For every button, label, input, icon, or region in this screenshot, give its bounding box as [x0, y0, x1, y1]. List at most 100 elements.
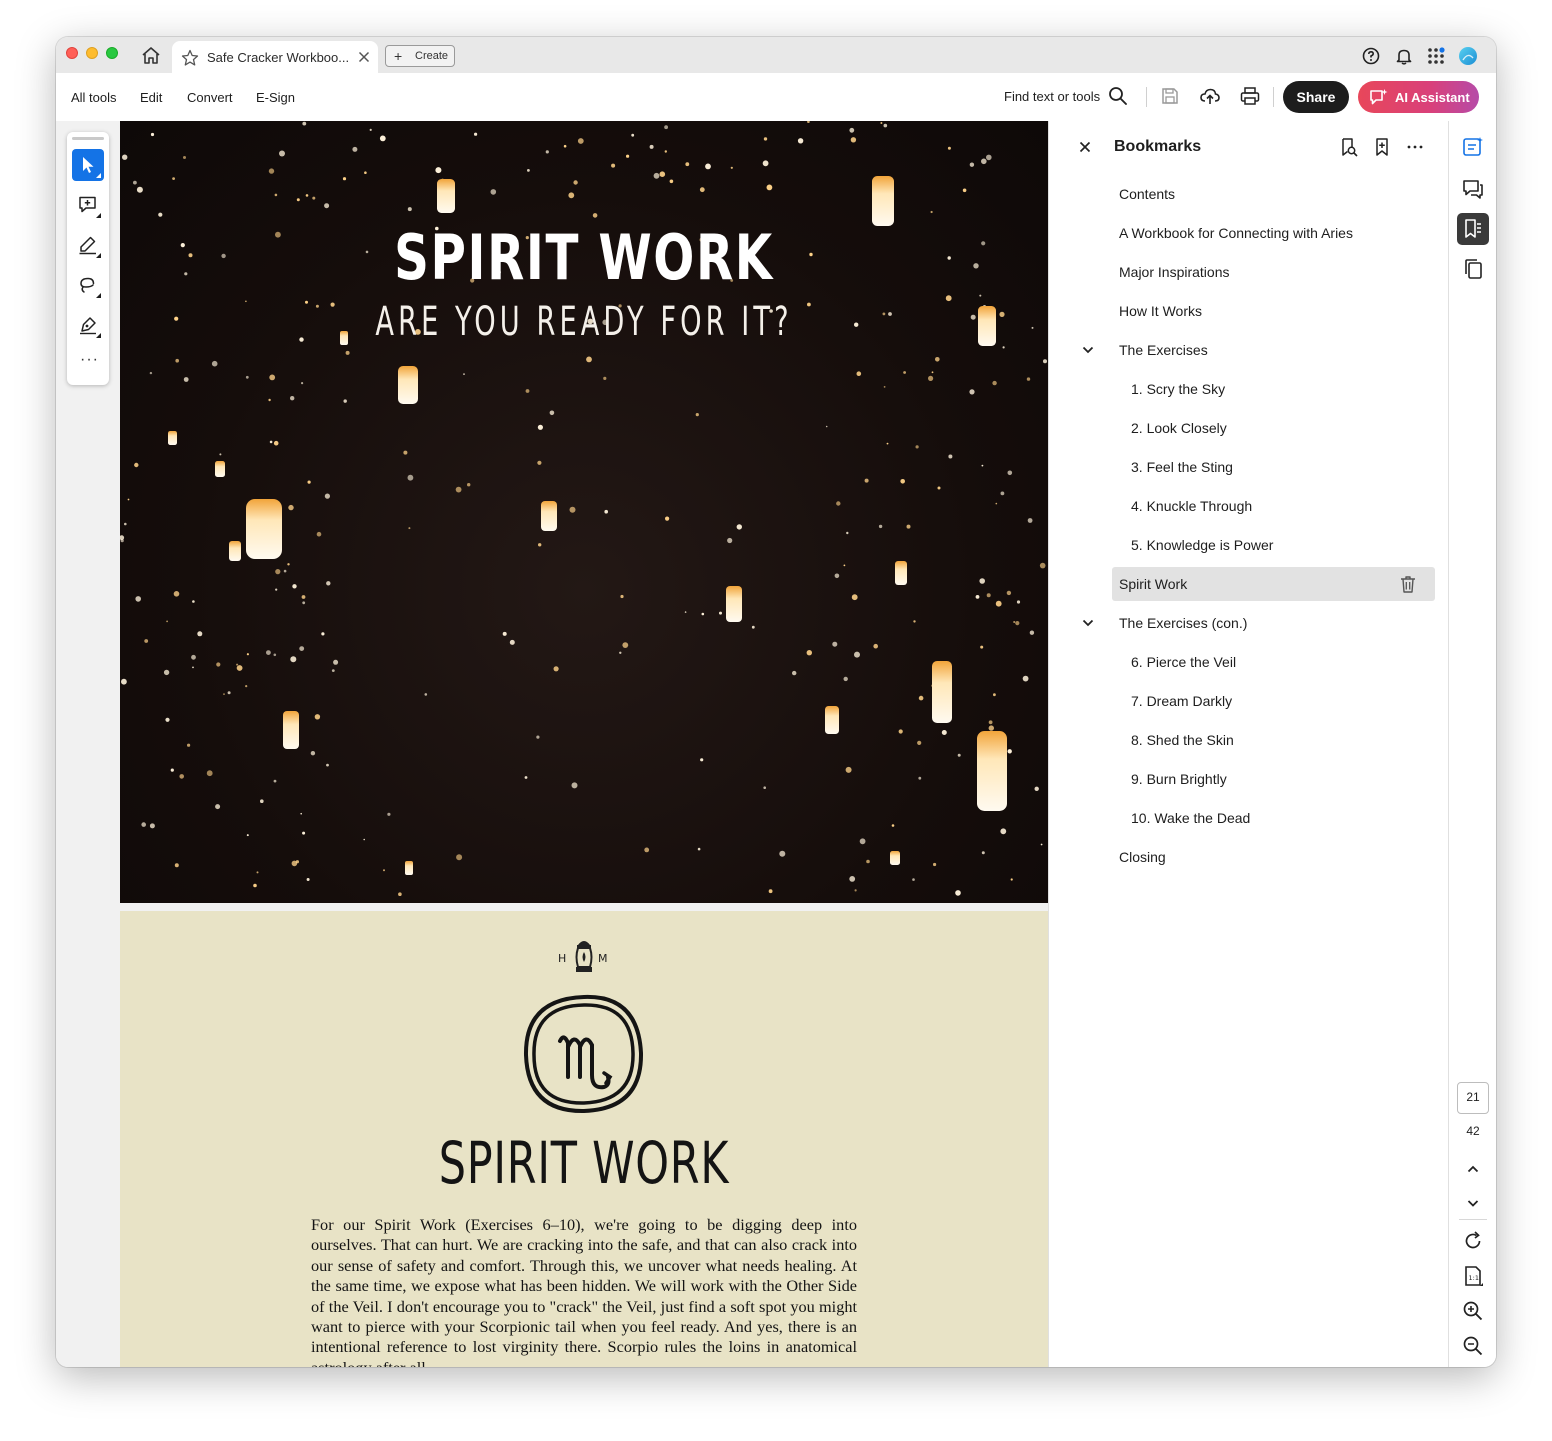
- upload-cloud-icon[interactable]: [1199, 85, 1221, 107]
- bookmarks-icon: [1465, 219, 1481, 238]
- bookmark-item[interactable]: 9. Burn Brightly: [1112, 762, 1435, 796]
- draw-lasso-icon: [80, 277, 95, 293]
- more-tools-button[interactable]: ···: [72, 347, 104, 379]
- zoom-in-icon[interactable]: [1461, 1299, 1485, 1323]
- collapse-chevron-icon[interactable]: [1081, 616, 1095, 630]
- document-tab[interactable]: Safe Cracker Workboo...: [172, 41, 378, 73]
- bookmarks-panel: Bookmarks Contents A Workbook for Connect…: [1048, 121, 1449, 1367]
- bookmark-item[interactable]: A Workbook for Connecting with Aries: [1112, 216, 1435, 250]
- fill-sign-button[interactable]: [72, 309, 104, 341]
- svg-text:1:1: 1:1: [1469, 1274, 1479, 1282]
- bookmark-item[interactable]: 7. Dream Darkly: [1112, 684, 1435, 718]
- ai-assistant-label: AI Assistant: [1395, 90, 1470, 105]
- home-icon[interactable]: [140, 45, 162, 67]
- bookmark-label: 9. Burn Brightly: [1131, 771, 1227, 787]
- bookmark-item[interactable]: How It Works: [1112, 294, 1435, 328]
- ai-summary-icon[interactable]: [1461, 135, 1485, 159]
- apps-grid-icon[interactable]: [1426, 46, 1446, 66]
- section-body-text[interactable]: For our Spirit Work (Exercises 6–10), we…: [311, 1215, 857, 1367]
- previous-page-icon[interactable]: [1461, 1157, 1485, 1181]
- bookmark-label: Closing: [1119, 849, 1166, 865]
- bookmark-item[interactable]: 6. Pierce the Veil: [1112, 645, 1435, 679]
- notifications-bell-icon[interactable]: [1394, 46, 1414, 66]
- bookmark-item[interactable]: Contents: [1112, 177, 1435, 211]
- quick-tools-bar: ···: [67, 132, 109, 385]
- bookmark-item[interactable]: 2. Look Closely: [1112, 411, 1435, 445]
- menu-convert[interactable]: Convert: [187, 90, 233, 105]
- bookmark-item[interactable]: Major Inspirations: [1112, 255, 1435, 289]
- menu-all-tools[interactable]: All tools: [71, 90, 117, 105]
- delete-bookmark-icon[interactable]: [1398, 574, 1418, 594]
- bookmark-label: 10. Wake the Dead: [1131, 810, 1251, 826]
- rotate-icon[interactable]: [1461, 1229, 1485, 1253]
- bookmark-item[interactable]: 8. Shed the Skin: [1112, 723, 1435, 757]
- bookmark-search-icon[interactable]: [1339, 137, 1359, 157]
- fit-page-icon[interactable]: 1:1: [1461, 1264, 1485, 1288]
- logo-letter-h: H: [558, 952, 566, 965]
- scorpio-seal-icon: [523, 994, 644, 1114]
- close-panel-icon[interactable]: [1077, 139, 1093, 155]
- logo-letter-m: M: [598, 952, 608, 965]
- next-page-icon[interactable]: [1461, 1191, 1485, 1215]
- share-button[interactable]: Share: [1283, 81, 1349, 113]
- search-icon[interactable]: [1107, 85, 1129, 107]
- comments-icon[interactable]: [1461, 177, 1485, 201]
- bookmark-label: 3. Feel the Sting: [1131, 459, 1233, 475]
- bookmark-label: The Exercises (con.): [1119, 615, 1248, 631]
- more-tools-icon: ···: [80, 351, 99, 368]
- plus-icon: +: [394, 48, 403, 64]
- more-options-icon[interactable]: [1405, 137, 1425, 157]
- cover-title: SPIRIT WORK: [394, 221, 774, 294]
- bookmark-label: 1. Scry the Sky: [1131, 381, 1226, 397]
- menu-e-sign[interactable]: E-Sign: [256, 90, 295, 105]
- zoom-window-button[interactable]: [106, 47, 118, 59]
- bookmark-label: 5. Knowledge is Power: [1131, 537, 1274, 553]
- cover-subtitle: ARE YOU READY FOR IT?: [375, 299, 793, 345]
- add-comment-button[interactable]: [72, 189, 104, 221]
- ai-assistant-button[interactable]: AI Assistant: [1358, 81, 1479, 113]
- toolbar-drag-handle[interactable]: [72, 137, 104, 140]
- close-window-button[interactable]: [66, 47, 78, 59]
- bookmark-item[interactable]: 10. Wake the Dead: [1112, 801, 1435, 835]
- current-page-input[interactable]: 21: [1457, 1082, 1489, 1114]
- highlight-button[interactable]: [72, 229, 104, 261]
- bookmark-item[interactable]: 3. Feel the Sting: [1112, 450, 1435, 484]
- bookmarks-rail-button[interactable]: [1457, 213, 1489, 245]
- toolbar-divider: [1273, 87, 1274, 107]
- bookmark-label: 8. Shed the Skin: [1131, 732, 1234, 748]
- create-button[interactable]: + Create: [385, 45, 455, 67]
- find-text-or-tools[interactable]: Find text or tools: [1004, 89, 1100, 104]
- bookmark-item[interactable]: Spirit Work: [1112, 567, 1435, 601]
- lantern-logo-icon: H M: [558, 941, 608, 972]
- bookmarks-title: Bookmarks: [1114, 138, 1202, 155]
- toolbar-divider: [1146, 87, 1147, 107]
- page-thumbnails-icon[interactable]: [1461, 257, 1485, 281]
- bookmark-item[interactable]: The Exercises: [1112, 333, 1435, 367]
- menu-edit[interactable]: Edit: [140, 90, 162, 105]
- draw-button[interactable]: [72, 269, 104, 301]
- zoom-out-icon[interactable]: [1461, 1334, 1485, 1358]
- main-toolbar: All tools Edit Convert E-Sign Find text …: [56, 73, 1496, 122]
- user-avatar-icon[interactable]: [1458, 46, 1478, 66]
- save-icon[interactable]: [1159, 85, 1181, 107]
- sign-pen-icon: [80, 317, 96, 335]
- bookmark-item[interactable]: 5. Knowledge is Power: [1112, 528, 1435, 562]
- bookmark-item[interactable]: 1. Scry the Sky: [1112, 372, 1435, 406]
- bookmark-item[interactable]: 4. Knuckle Through: [1112, 489, 1435, 523]
- highlight-pen-icon: [79, 236, 96, 255]
- add-comment-icon: [79, 196, 96, 213]
- bookmark-item[interactable]: The Exercises (con.): [1112, 606, 1435, 640]
- star-icon[interactable]: [181, 49, 199, 67]
- bookmark-label: 7. Dream Darkly: [1131, 693, 1233, 709]
- select-tool-button[interactable]: [72, 149, 104, 181]
- page-separator: [120, 903, 1048, 911]
- minimize-window-button[interactable]: [86, 47, 98, 59]
- bookmark-item[interactable]: Closing: [1112, 840, 1435, 874]
- bookmark-label: Major Inspirations: [1119, 264, 1230, 280]
- collapse-chevron-icon[interactable]: [1081, 343, 1095, 357]
- add-bookmark-icon[interactable]: [1372, 137, 1392, 157]
- bookmark-label: 4. Knuckle Through: [1131, 498, 1253, 514]
- help-icon[interactable]: [1361, 46, 1381, 66]
- print-icon[interactable]: [1239, 85, 1261, 107]
- close-tab-icon[interactable]: [356, 49, 372, 65]
